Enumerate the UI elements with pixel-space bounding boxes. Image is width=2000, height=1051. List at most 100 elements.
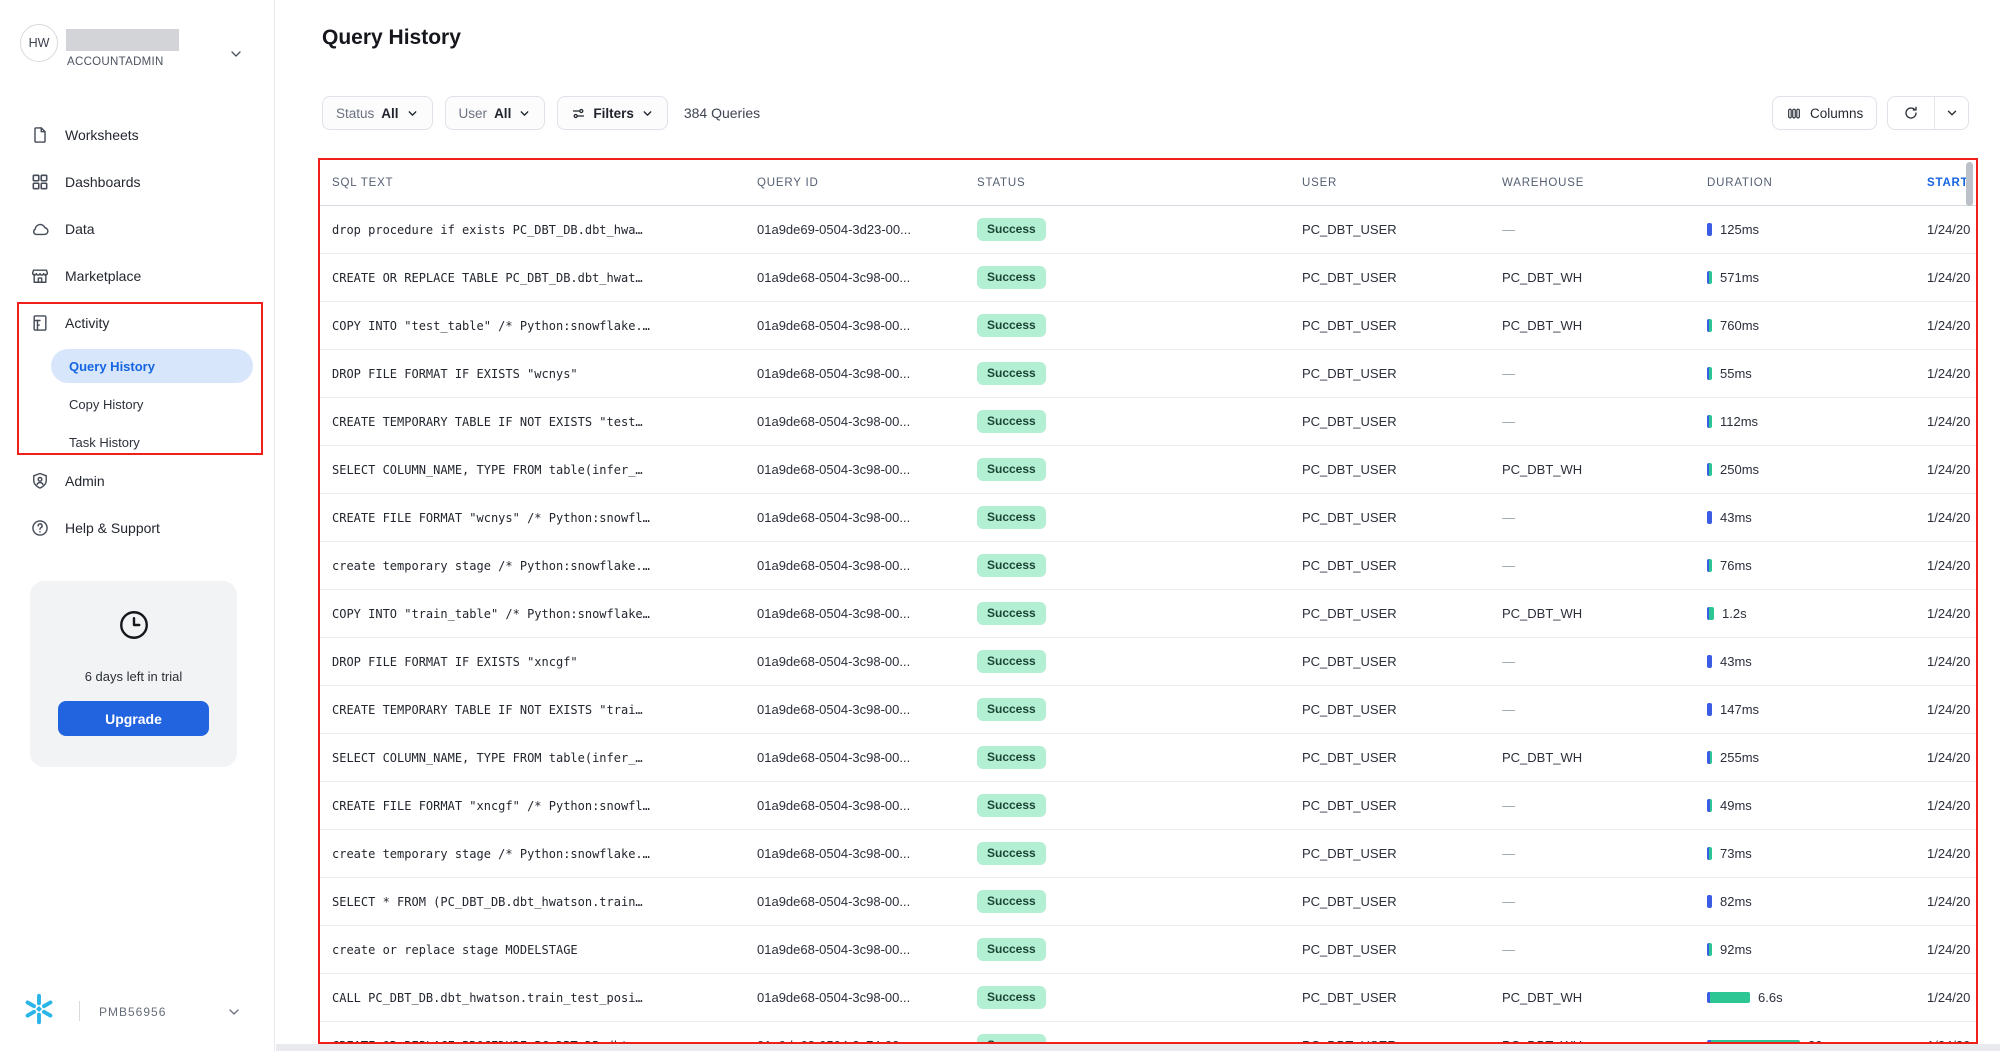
- sidebar-item-query-history[interactable]: Query History: [51, 349, 253, 383]
- column-header-status[interactable]: STATUS: [977, 177, 1302, 189]
- cell-start-time: 1/24/20: [1927, 990, 1976, 1005]
- page-title: Query History: [322, 26, 461, 50]
- status-badge: Success: [977, 602, 1046, 625]
- duration-bar: [1707, 847, 1712, 860]
- cell-duration: 43ms: [1707, 654, 1927, 669]
- horizontal-scrollbar-track[interactable]: [276, 1044, 2000, 1051]
- avatar[interactable]: HW: [20, 24, 58, 62]
- table-row[interactable]: CREATE OR REPLACE PROCEDURE PC_DBT_DB.db…: [320, 1022, 1976, 1044]
- cell-sql-text: CREATE TEMPORARY TABLE IF NOT EXISTS "te…: [320, 415, 757, 429]
- refresh-button[interactable]: [1888, 97, 1934, 129]
- sidebar-item-marketplace[interactable]: Marketplace: [0, 252, 275, 299]
- table-row[interactable]: CREATE TEMPORARY TABLE IF NOT EXISTS "tr…: [320, 686, 1976, 734]
- table-row[interactable]: SELECT * FROM (PC_DBT_DB.dbt_hwatson.tra…: [320, 878, 1976, 926]
- table-row[interactable]: DROP FILE FORMAT IF EXISTS "xncgf" 01a9d…: [320, 638, 1976, 686]
- sidebar-item-copy-history[interactable]: Copy History: [51, 387, 253, 421]
- sidebar-item-label: Admin: [65, 473, 105, 489]
- sidebar: HW ACCOUNTADMIN Worksheets Dashboards Da…: [0, 0, 275, 1051]
- table-row[interactable]: COPY INTO "train_table" /* Python:snowfl…: [320, 590, 1976, 638]
- cell-user: PC_DBT_USER: [1302, 750, 1502, 765]
- sidebar-item-help-support[interactable]: Help & Support: [0, 504, 275, 551]
- sidebar-item-worksheets[interactable]: Worksheets: [0, 111, 275, 158]
- cell-query-id: 01a9de68-0504-3c98-00...: [757, 798, 977, 813]
- cell-sql-text: CREATE TEMPORARY TABLE IF NOT EXISTS "tr…: [320, 703, 757, 717]
- duration-bar: [1707, 799, 1712, 812]
- duration-bar: [1707, 415, 1712, 428]
- table-row[interactable]: CREATE FILE FORMAT "wcnys" /* Python:sno…: [320, 494, 1976, 542]
- cell-warehouse: —: [1502, 702, 1707, 717]
- sidebar-item-activity[interactable]: Activity: [0, 299, 275, 346]
- divider: [79, 1001, 80, 1021]
- user-filter[interactable]: User All: [445, 96, 546, 130]
- cell-user: PC_DBT_USER: [1302, 606, 1502, 621]
- cell-duration: 1.2s: [1707, 606, 1927, 621]
- chevron-down-icon: [518, 107, 531, 120]
- status-badge: Success: [977, 218, 1046, 241]
- refresh-icon: [1903, 105, 1919, 121]
- column-header-duration[interactable]: DURATION: [1707, 177, 1927, 189]
- column-header-warehouse[interactable]: WAREHOUSE: [1502, 177, 1707, 189]
- table-row[interactable]: SELECT COLUMN_NAME, TYPE FROM table(infe…: [320, 734, 1976, 782]
- cell-status: Success: [977, 938, 1302, 961]
- cell-sql-text: create temporary stage /* Python:snowfla…: [320, 847, 757, 861]
- sidebar-item-data[interactable]: Data: [0, 205, 275, 252]
- cell-query-id: 01a9de68-0504-3c98-00...: [757, 414, 977, 429]
- snowflake-logo-icon[interactable]: [21, 991, 57, 1027]
- upgrade-button[interactable]: Upgrade: [58, 701, 209, 736]
- columns-button-label: Columns: [1810, 106, 1863, 121]
- cell-sql-text: create or replace stage MODELSTAGE: [320, 943, 757, 957]
- duration-bar: [1707, 751, 1712, 764]
- chevron-down-icon: [641, 107, 654, 120]
- table-row[interactable]: CREATE OR REPLACE TABLE PC_DBT_DB.dbt_hw…: [320, 254, 1976, 302]
- cell-user: PC_DBT_USER: [1302, 654, 1502, 669]
- column-header-user[interactable]: USER: [1302, 177, 1502, 189]
- cell-status: Success: [977, 362, 1302, 385]
- sidebar-item-admin[interactable]: Admin: [0, 457, 275, 504]
- chevron-down-icon[interactable]: [228, 46, 244, 62]
- sidebar-subitem-label: Copy History: [69, 397, 143, 412]
- cell-start-time: 1/24/20: [1927, 558, 1976, 573]
- status-badge: Success: [977, 698, 1046, 721]
- cell-user: PC_DBT_USER: [1302, 942, 1502, 957]
- cell-user: PC_DBT_USER: [1302, 702, 1502, 717]
- duration-bar: [1707, 607, 1714, 620]
- table-row[interactable]: SELECT COLUMN_NAME, TYPE FROM table(infe…: [320, 446, 1976, 494]
- table-row[interactable]: CREATE FILE FORMAT "xncgf" /* Python:sno…: [320, 782, 1976, 830]
- chevron-down-icon[interactable]: [226, 1004, 242, 1020]
- cell-status: Success: [977, 842, 1302, 865]
- duration-bar: [1707, 655, 1712, 668]
- cell-sql-text: CREATE FILE FORMAT "xncgf" /* Python:sno…: [320, 799, 757, 813]
- sliders-icon: [571, 106, 586, 121]
- cell-warehouse: —: [1502, 894, 1707, 909]
- table-row[interactable]: CALL PC_DBT_DB.dbt_hwatson.train_test_po…: [320, 974, 1976, 1022]
- table-row[interactable]: drop procedure if exists PC_DBT_DB.dbt_h…: [320, 206, 1976, 254]
- cell-start-time: 1/24/20: [1927, 510, 1976, 525]
- table-row[interactable]: DROP FILE FORMAT IF EXISTS "wcnys" 01a9d…: [320, 350, 1976, 398]
- table-row[interactable]: CREATE TEMPORARY TABLE IF NOT EXISTS "te…: [320, 398, 1976, 446]
- cell-sql-text: COPY INTO "test_table" /* Python:snowfla…: [320, 319, 757, 333]
- columns-button[interactable]: Columns: [1772, 96, 1877, 130]
- sidebar-item-label: Help & Support: [65, 520, 160, 536]
- table-row[interactable]: create or replace stage MODELSTAGE 01a9d…: [320, 926, 1976, 974]
- cell-start-time: 1/24/20: [1927, 654, 1976, 669]
- vertical-scrollbar-thumb[interactable]: [1966, 162, 1973, 206]
- cell-status: Success: [977, 458, 1302, 481]
- filters-button[interactable]: Filters: [557, 96, 668, 130]
- table-row[interactable]: create temporary stage /* Python:snowfla…: [320, 542, 1976, 590]
- cell-query-id: 01a9de68-0504-3c98-00...: [757, 894, 977, 909]
- cell-warehouse: PC_DBT_WH: [1502, 318, 1707, 333]
- refresh-options-button[interactable]: [1934, 97, 1968, 129]
- cell-warehouse: —: [1502, 558, 1707, 573]
- shield-icon: [30, 471, 50, 491]
- table-row[interactable]: COPY INTO "test_table" /* Python:snowfla…: [320, 302, 1976, 350]
- column-header-sql-text[interactable]: SQL TEXT: [320, 177, 757, 189]
- cell-duration: 255ms: [1707, 750, 1927, 765]
- sidebar-item-task-history[interactable]: Task History: [51, 425, 253, 459]
- sidebar-item-dashboards[interactable]: Dashboards: [0, 158, 275, 205]
- status-filter[interactable]: Status All: [322, 96, 433, 130]
- table-row[interactable]: create temporary stage /* Python:snowfla…: [320, 830, 1976, 878]
- cell-status: Success: [977, 218, 1302, 241]
- status-badge: Success: [977, 314, 1046, 337]
- cell-query-id: 01a9de68-0504-3c98-00...: [757, 318, 977, 333]
- column-header-query-id[interactable]: QUERY ID: [757, 177, 977, 189]
